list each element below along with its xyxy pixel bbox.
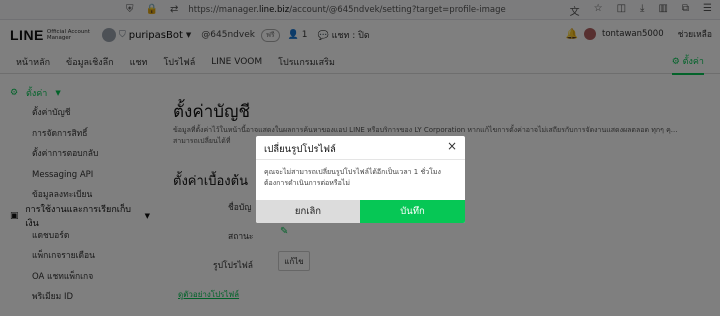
dialog-title: เปลี่ยนรูปโปรไฟล์ [264,144,336,155]
cancel-button[interactable]: ยกเลิก [256,200,360,223]
change-profile-image-dialog: เปลี่ยนรูปโปรไฟล์ × คุณจะไม่สามารถเปลี่ย… [256,136,465,223]
close-icon[interactable]: × [447,139,457,153]
dialog-divider [256,159,465,160]
dialog-message: คุณจะไม่สามารถเปลี่ยนรูปโปรไฟล์ได้อีกเป็… [264,168,441,187]
save-button[interactable]: บันทึก [360,200,465,223]
